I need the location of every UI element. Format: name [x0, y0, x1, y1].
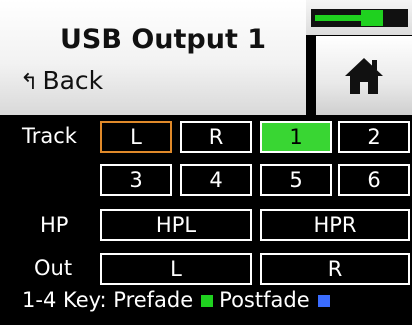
home-icon	[345, 58, 383, 94]
track-button-r[interactable]: R	[180, 121, 252, 153]
out-label: Out	[34, 256, 73, 280]
color-key: 1-4 Key: Prefade Postfade	[22, 288, 336, 312]
page-title: USB Output 1	[60, 24, 267, 55]
meter-knob	[361, 10, 383, 26]
home-button[interactable]	[313, 36, 412, 115]
back-arrow-icon: ↰	[20, 70, 39, 95]
key-prefade-text: 1-4 Key: Prefade	[22, 288, 194, 312]
level-meter	[311, 9, 408, 27]
track-button-l[interactable]: L	[100, 121, 172, 153]
back-label: Back	[42, 66, 104, 95]
track-button-3[interactable]: 3	[100, 164, 172, 196]
hp-label: HP	[40, 213, 69, 237]
track-button-4[interactable]: 4	[180, 164, 252, 196]
track-button-2[interactable]: 2	[338, 121, 410, 153]
prefade-swatch	[201, 295, 214, 307]
header: USB Output 1 ↰ Back	[0, 0, 306, 115]
hp-button-hpl[interactable]: HPL	[100, 209, 252, 241]
track-button-6[interactable]: 6	[338, 164, 410, 196]
back-button[interactable]: ↰ Back	[20, 66, 103, 95]
hp-button-hpr[interactable]: HPR	[260, 209, 410, 241]
out-button-r[interactable]: R	[260, 253, 410, 285]
meter-fill	[315, 15, 365, 21]
out-button-l[interactable]: L	[100, 253, 252, 285]
track-label: Track	[22, 124, 77, 148]
track-button-5[interactable]: 5	[260, 164, 332, 196]
key-postfade-text: Postfade	[219, 288, 310, 312]
track-button-1[interactable]: 1	[260, 121, 332, 153]
postfade-swatch	[317, 295, 330, 307]
